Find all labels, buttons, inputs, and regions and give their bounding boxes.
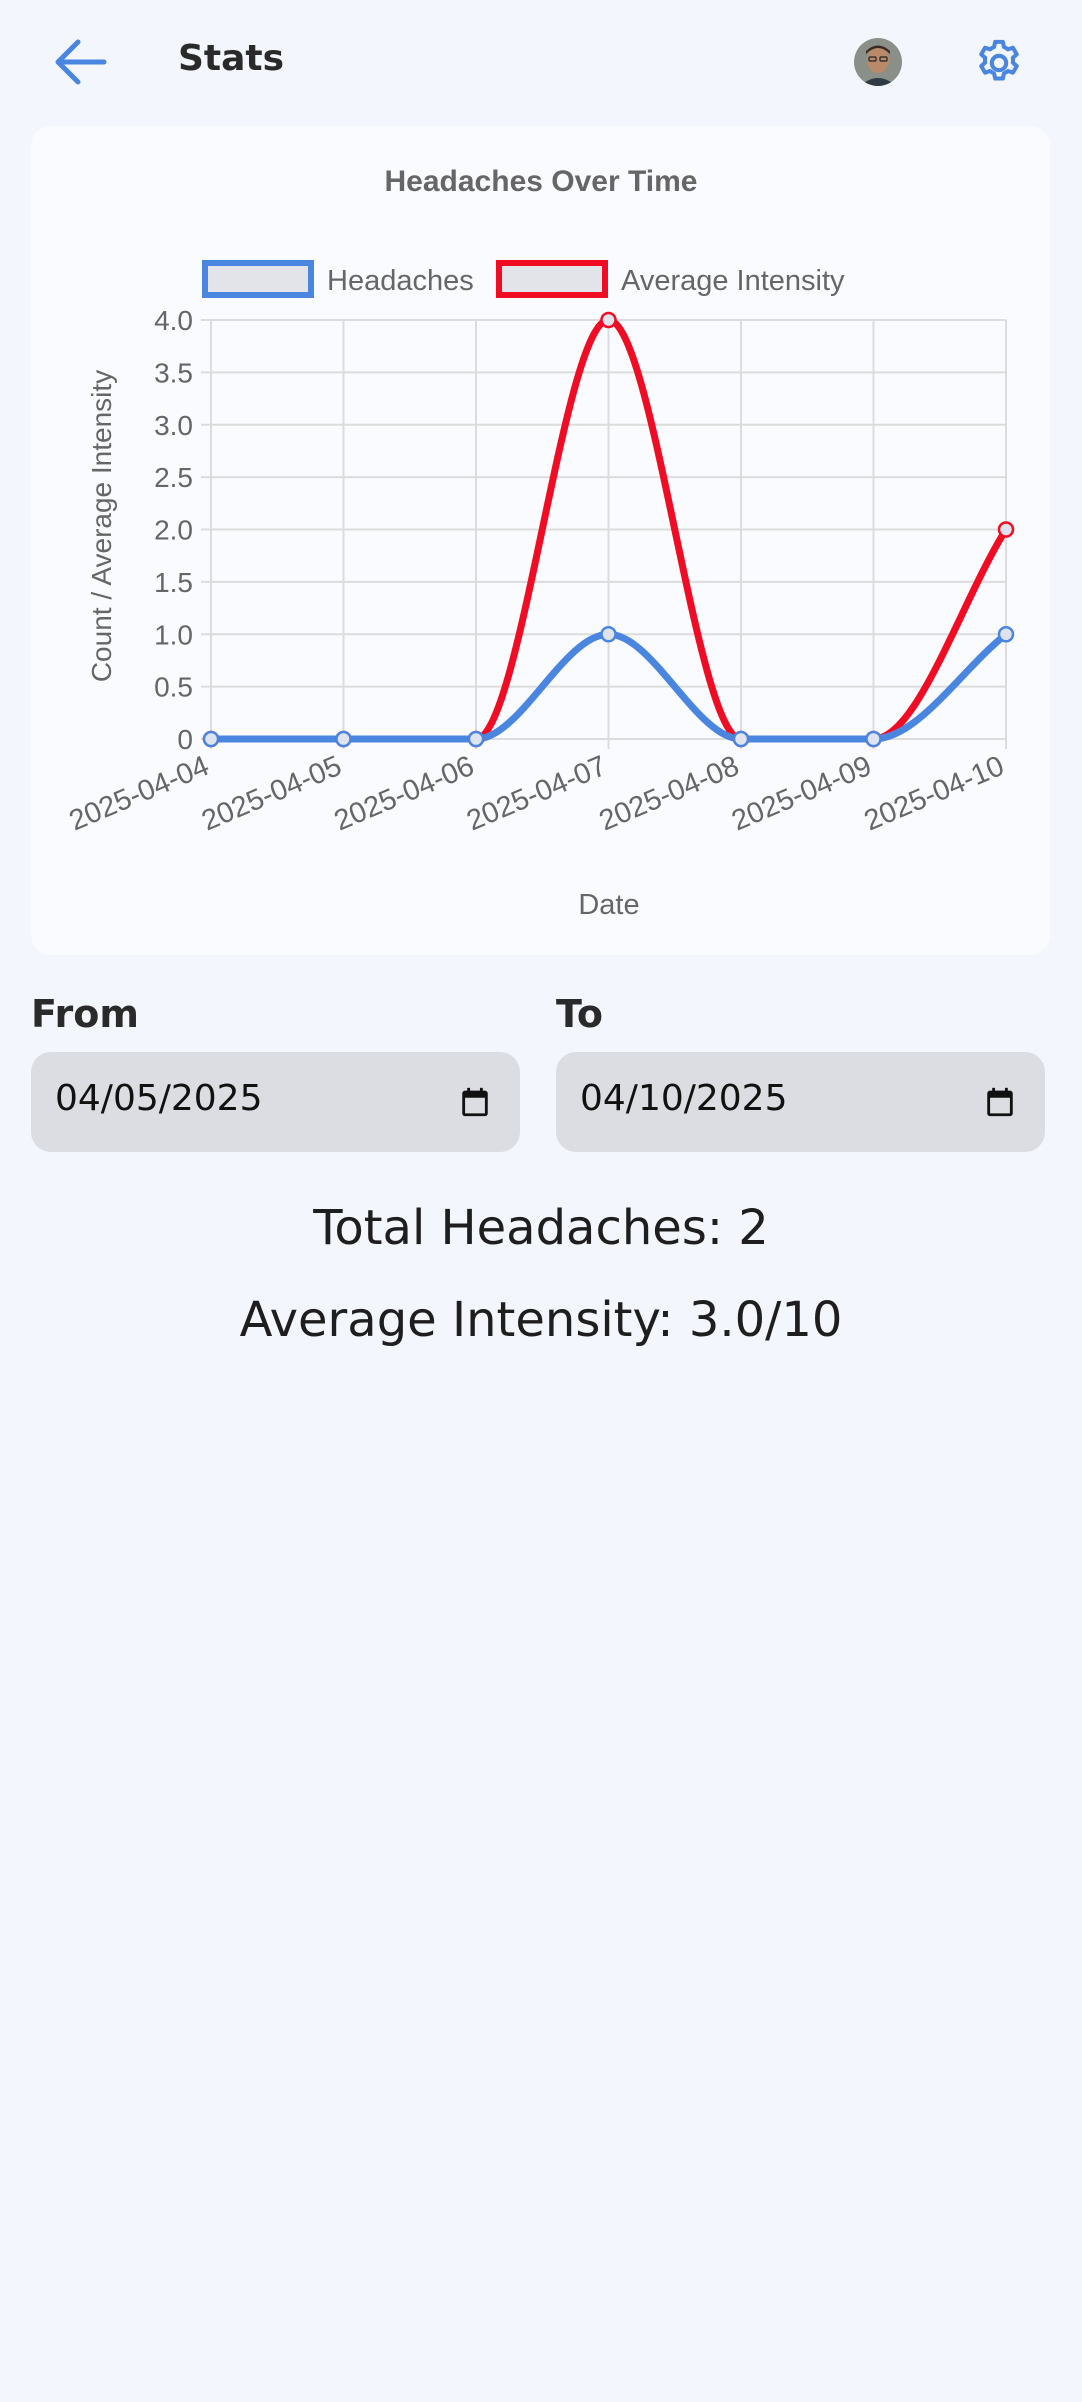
legend-label: Headaches: [327, 265, 474, 297]
avatar[interactable]: [854, 38, 902, 86]
data-point: [335, 730, 352, 748]
x-tick-label: 2025-04-05: [197, 750, 346, 837]
y-tick-label: 1.0: [154, 619, 193, 650]
gear-icon: [979, 39, 1019, 81]
legend-swatch: [202, 260, 314, 298]
from-date-input[interactable]: 04/05/2025: [31, 1052, 520, 1152]
data-point: [600, 626, 617, 643]
y-tick-label: 2.5: [154, 462, 193, 493]
to-label: To: [556, 992, 603, 1036]
average-intensity-text: Average Intensity: 3.0/10: [239, 1292, 843, 1348]
data-point: [732, 730, 750, 748]
legend-swatch: [496, 260, 608, 298]
y-tick-label: 1.5: [154, 567, 193, 598]
x-tick-label: 2025-04-07: [462, 750, 611, 837]
chart-card: Headaches Over Time Headaches Average Int…: [31, 126, 1050, 955]
data-point: [865, 730, 882, 748]
y-tick-label: 3.5: [154, 357, 193, 388]
x-tick-label: 2025-04-06: [330, 750, 479, 837]
to-date-value: 04/10/2025: [580, 1078, 788, 1119]
from-label: From: [31, 992, 139, 1036]
calendar-icon[interactable]: [458, 1084, 492, 1120]
y-tick-label: 0: [177, 724, 193, 755]
arrow-left-icon: [55, 39, 107, 85]
x-tick-label: 2025-04-09: [727, 750, 876, 837]
total-headaches-text: Total Headaches: 2: [313, 1200, 769, 1256]
y-tick-label: 2.0: [154, 515, 193, 546]
data-point: [600, 311, 617, 329]
top-bar: Stats: [0, 0, 1082, 126]
y-tick-label: 0.5: [154, 672, 193, 703]
from-date-value: 04/05/2025: [55, 1078, 263, 1119]
legend-label: Average Intensity: [621, 265, 845, 297]
data-point: [202, 730, 220, 748]
y-tick-label: 3.0: [154, 410, 193, 441]
x-axis-label: Date: [578, 889, 639, 921]
data-point: [467, 730, 485, 748]
y-tick-label: 4.0: [154, 305, 193, 336]
chart-title: Headaches Over Time: [385, 165, 698, 198]
data-point: [997, 626, 1015, 643]
x-tick-label: 2025-04-08: [595, 750, 744, 837]
x-tick-label: 2025-04-10: [860, 750, 1009, 837]
settings-button[interactable]: [972, 36, 1026, 90]
page-title: Stats: [178, 38, 285, 79]
y-axis-label: Count / Average Intensity: [86, 370, 117, 682]
x-tick-label: 2025-04-04: [65, 750, 214, 837]
data-point: [997, 521, 1015, 538]
line-chart: Headaches Over Time Headaches Average Int…: [65, 165, 1015, 921]
to-date-input[interactable]: 04/10/2025: [556, 1052, 1045, 1152]
calendar-icon[interactable]: [983, 1084, 1017, 1120]
back-button[interactable]: [50, 34, 112, 90]
